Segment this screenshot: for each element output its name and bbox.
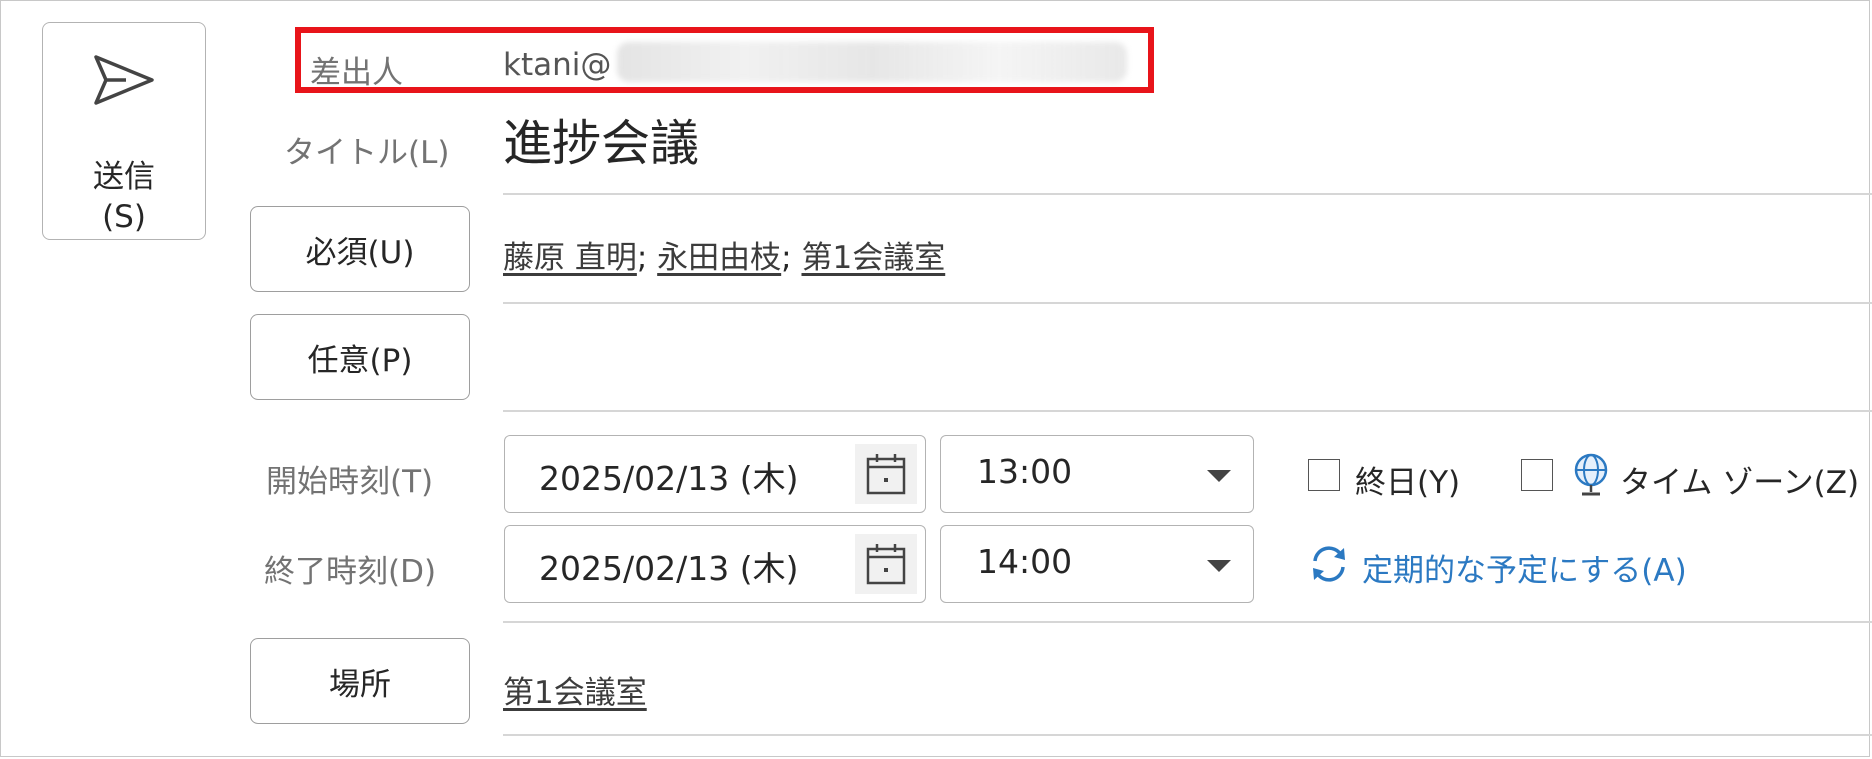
chevron-down-icon bbox=[1207, 560, 1231, 572]
location-button[interactable]: 場所 bbox=[250, 638, 470, 724]
all-day-checkbox[interactable] bbox=[1308, 459, 1340, 491]
start-time-dropdown[interactable]: 13:00 bbox=[940, 435, 1254, 513]
redacted-email-blur bbox=[617, 42, 1127, 82]
start-time-value: 13:00 bbox=[977, 452, 1073, 491]
send-button[interactable]: 送信 (S) bbox=[42, 22, 206, 240]
attendee-link[interactable]: 永田由枝 bbox=[657, 240, 781, 276]
end-date-value: 2025/02/13 (木) bbox=[539, 549, 799, 588]
calendar-icon[interactable] bbox=[855, 534, 917, 594]
recurrence-icon[interactable] bbox=[1308, 543, 1350, 585]
attendee-link[interactable]: 藤原 直明 bbox=[503, 240, 637, 276]
divider bbox=[503, 410, 1872, 412]
end-time-dropdown[interactable]: 14:00 bbox=[940, 525, 1254, 603]
start-time-label: 開始時刻(T) bbox=[266, 464, 434, 500]
make-recurring-link[interactable]: 定期的な予定にする(A) bbox=[1362, 545, 1687, 590]
send-icon bbox=[94, 55, 154, 105]
end-date-picker[interactable]: 2025/02/13 (木) bbox=[504, 525, 926, 603]
divider bbox=[503, 621, 1872, 623]
from-label: 差出人 bbox=[310, 55, 403, 91]
attendee-link[interactable]: 第1会議室 bbox=[801, 240, 945, 276]
globe-icon bbox=[1574, 453, 1608, 496]
chevron-down-icon bbox=[1207, 470, 1231, 482]
time-zone-checkbox[interactable] bbox=[1521, 459, 1553, 491]
end-time-label: 終了時刻(D) bbox=[264, 554, 437, 590]
divider bbox=[503, 193, 1872, 195]
required-attendees-field[interactable]: 藤原 直明; 永田由枝; 第1会議室 bbox=[503, 232, 945, 277]
end-time-value: 14:00 bbox=[977, 542, 1073, 581]
optional-button[interactable]: 任意(P) bbox=[250, 314, 470, 400]
start-date-picker[interactable]: 2025/02/13 (木) bbox=[504, 435, 926, 513]
required-button[interactable]: 必須(U) bbox=[250, 206, 470, 292]
calendar-icon[interactable] bbox=[855, 444, 917, 504]
from-address: ktani@ bbox=[503, 47, 612, 83]
send-button-label: 送信 (S) bbox=[93, 159, 155, 235]
divider bbox=[503, 302, 1872, 304]
all-day-label: 終日(Y) bbox=[1355, 465, 1461, 501]
time-zone-label: タイム ゾーン(Z) bbox=[1620, 465, 1860, 501]
location-field[interactable]: 第1会議室 bbox=[503, 667, 647, 712]
divider bbox=[503, 734, 1872, 736]
title-label: タイトル(L) bbox=[284, 135, 450, 171]
start-date-value: 2025/02/13 (木) bbox=[539, 459, 799, 498]
title-input[interactable]: 進捗会議 bbox=[503, 104, 699, 175]
